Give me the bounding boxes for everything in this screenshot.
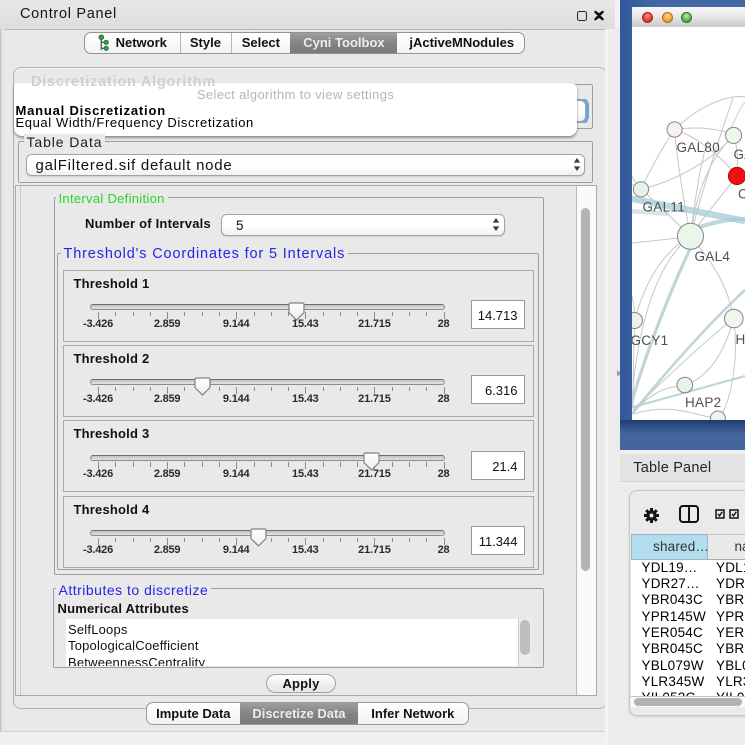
svg-text:GAL11: GAL11 bbox=[643, 200, 686, 215]
svg-text:GAL4: GAL4 bbox=[695, 249, 731, 264]
svg-text:GAL80: GAL80 bbox=[677, 140, 721, 155]
svg-text:GCY1: GCY1 bbox=[632, 333, 668, 348]
svg-text:HAP2: HAP2 bbox=[685, 395, 721, 410]
svg-text:H: H bbox=[736, 332, 745, 347]
svg-text:GA: GA bbox=[734, 147, 745, 162]
svg-text:CY: CY bbox=[738, 187, 745, 202]
